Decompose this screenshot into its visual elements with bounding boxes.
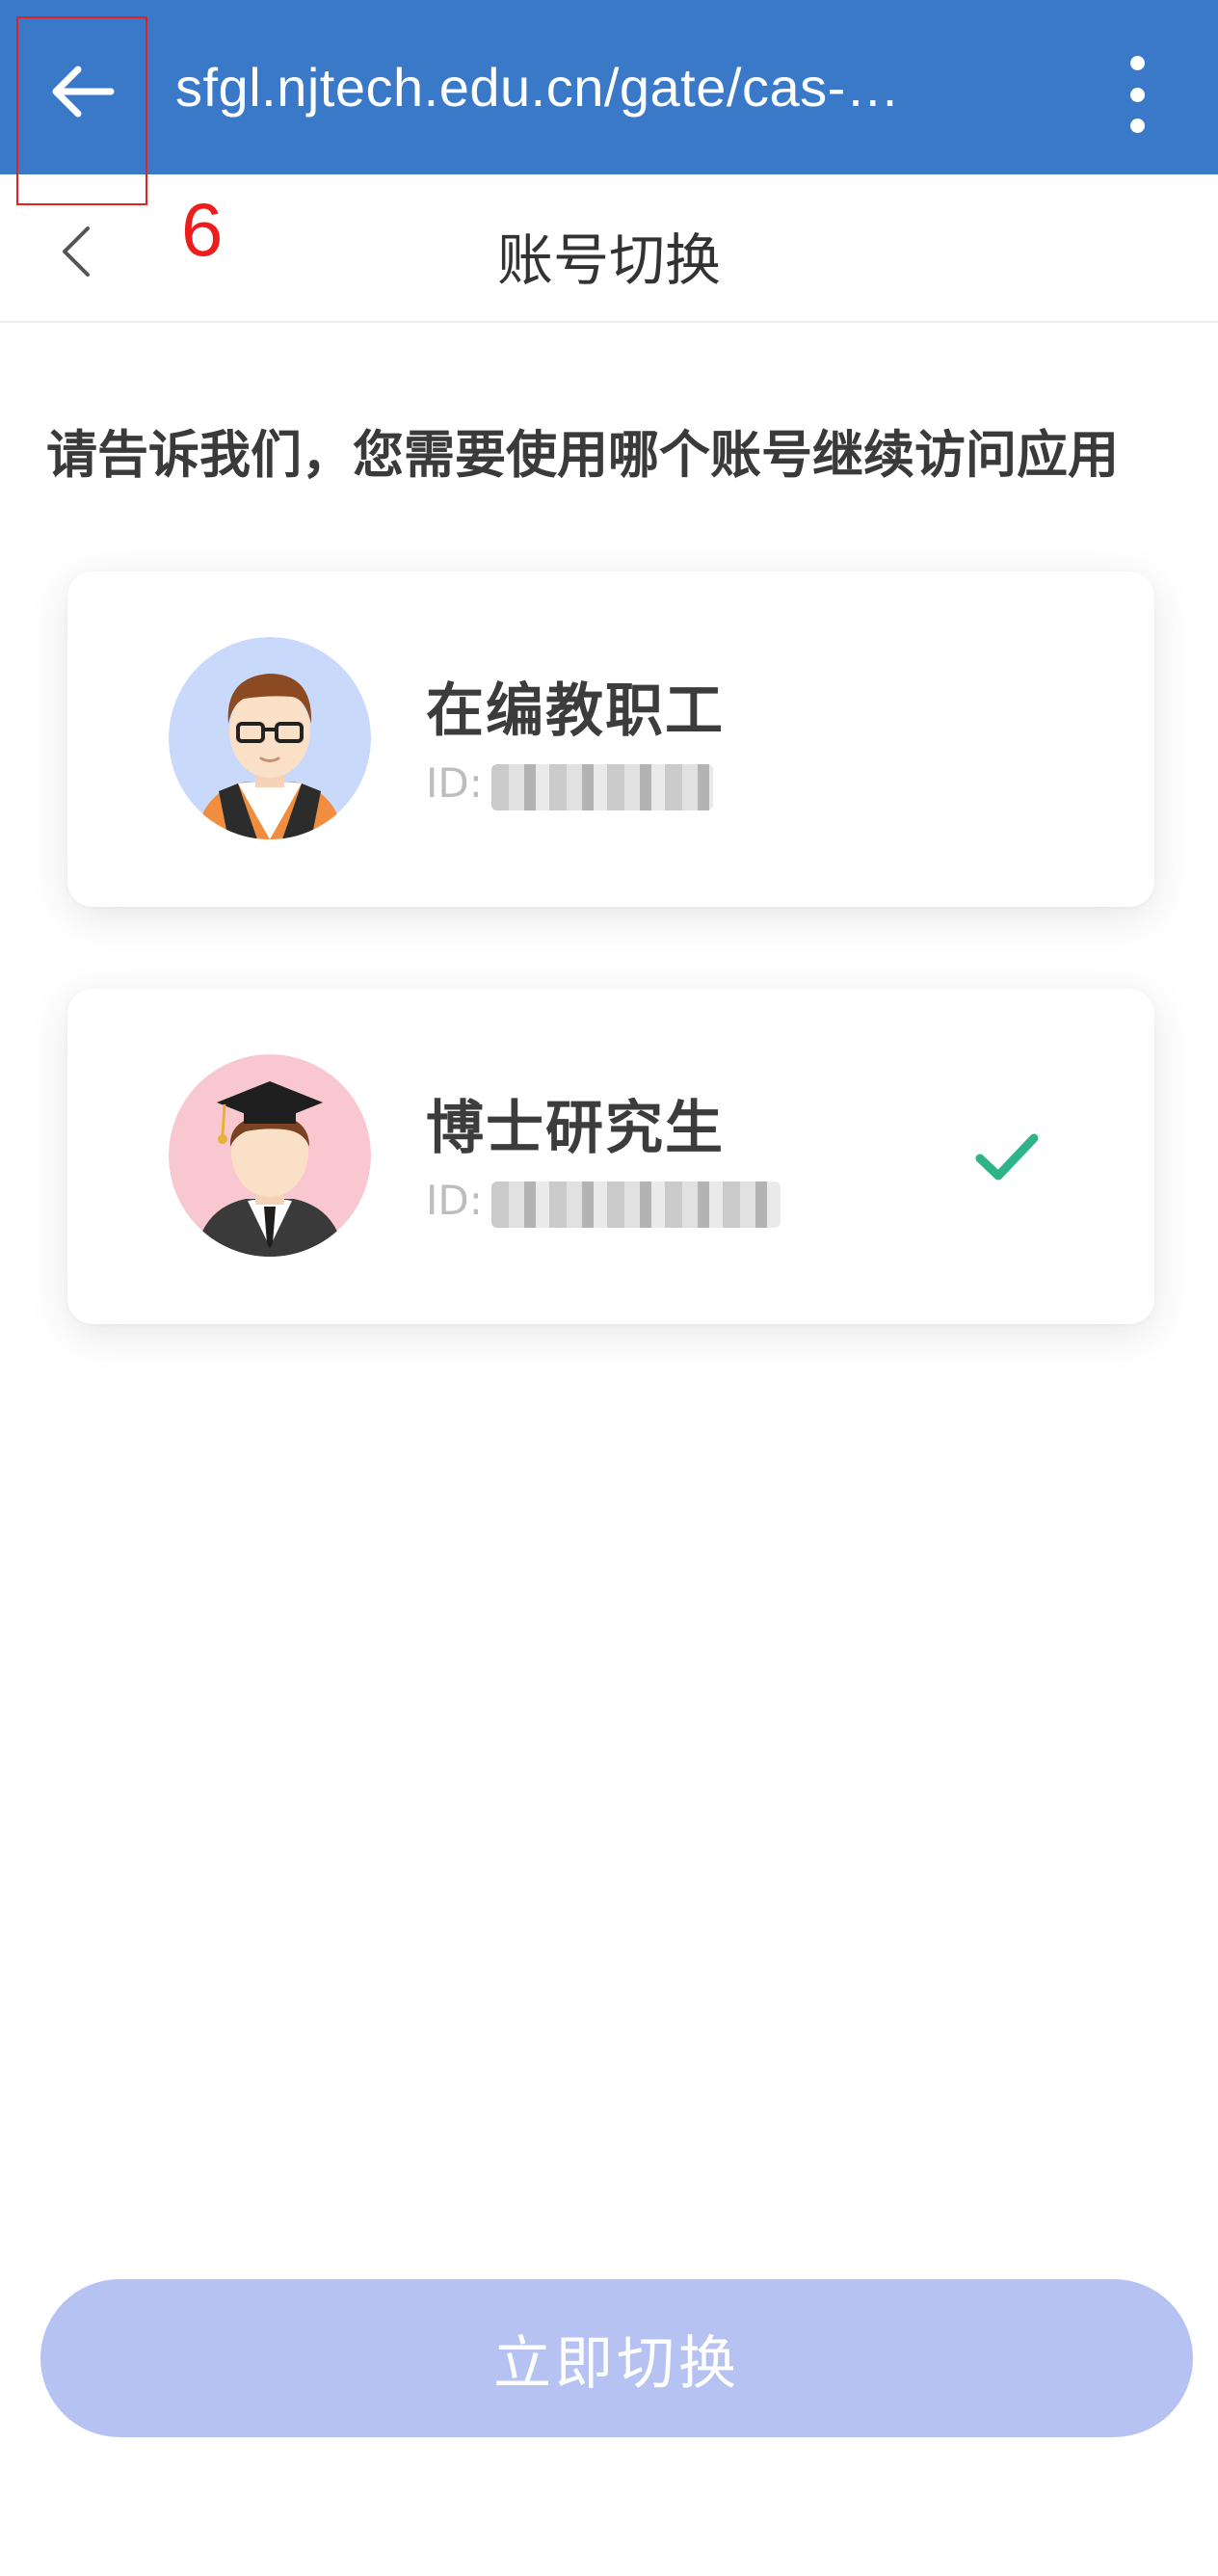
teacher-avatar-icon — [169, 637, 371, 839]
annotation-number: 6 — [181, 187, 224, 272]
switch-now-button[interactable]: 立即切换 — [40, 2279, 1193, 2437]
account-id-label: ID: — [426, 1177, 483, 1224]
account-id-label: ID: — [426, 759, 483, 807]
annotation-box — [16, 16, 147, 205]
account-id-redacted — [491, 1182, 781, 1228]
browser-toolbar: sfgl.njtech.edu.cn/gate/cas-… — [0, 0, 1218, 174]
account-card-phd[interactable]: 博士研究生 ID: — [67, 989, 1154, 1324]
check-icon — [975, 1133, 1039, 1181]
graduate-avatar-icon — [169, 1054, 371, 1257]
instruction-text: 请告诉我们，您需要使用哪个账号继续访问应用 — [46, 426, 1119, 485]
account-name: 在编教职工 — [426, 677, 725, 745]
account-id-redacted — [491, 764, 713, 810]
screen: sfgl.njtech.edu.cn/gate/cas-… 账号切换 6 请告诉… — [0, 0, 1218, 2576]
account-name: 博士研究生 — [426, 1095, 725, 1162]
more-menu-icon[interactable] — [1113, 56, 1161, 133]
account-card-staff[interactable]: 在编教职工 ID: — [67, 571, 1154, 907]
url-text[interactable]: sfgl.njtech.edu.cn/gate/cas-… — [175, 56, 900, 119]
